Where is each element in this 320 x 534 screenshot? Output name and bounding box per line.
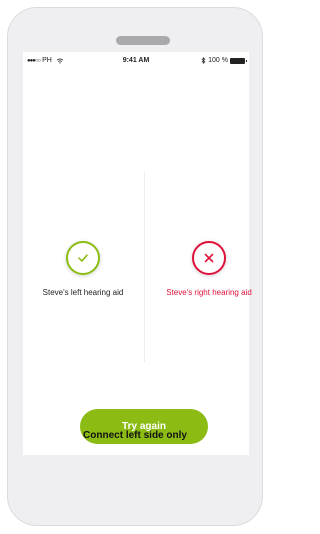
speaker-grille bbox=[116, 36, 170, 45]
connect-left-only-button[interactable]: Connect left side only bbox=[0, 430, 270, 441]
right-hearing-aid-label: Steve's right hearing aid bbox=[166, 288, 252, 297]
bluetooth-icon bbox=[201, 57, 206, 64]
left-hearing-aid-label: Steve's left hearing aid bbox=[42, 288, 124, 297]
right-hearing-aid-status: Steve's right hearing aid bbox=[159, 241, 259, 298]
battery-percent: 100 % bbox=[208, 57, 228, 64]
status-right: 100 % bbox=[201, 57, 247, 64]
error-indicator bbox=[192, 241, 226, 275]
center-divider bbox=[144, 172, 145, 362]
left-hearing-aid-status: Steve's left hearing aid bbox=[33, 241, 133, 298]
check-icon bbox=[78, 254, 88, 262]
app-screen: ●●●○○ PH 9:41 AM 100 % Steve's left hear… bbox=[23, 52, 252, 455]
close-icon bbox=[204, 253, 214, 263]
battery-icon bbox=[230, 57, 247, 64]
success-indicator bbox=[66, 241, 100, 275]
status-bar: ●●●○○ PH 9:41 AM 100 % bbox=[23, 52, 249, 68]
